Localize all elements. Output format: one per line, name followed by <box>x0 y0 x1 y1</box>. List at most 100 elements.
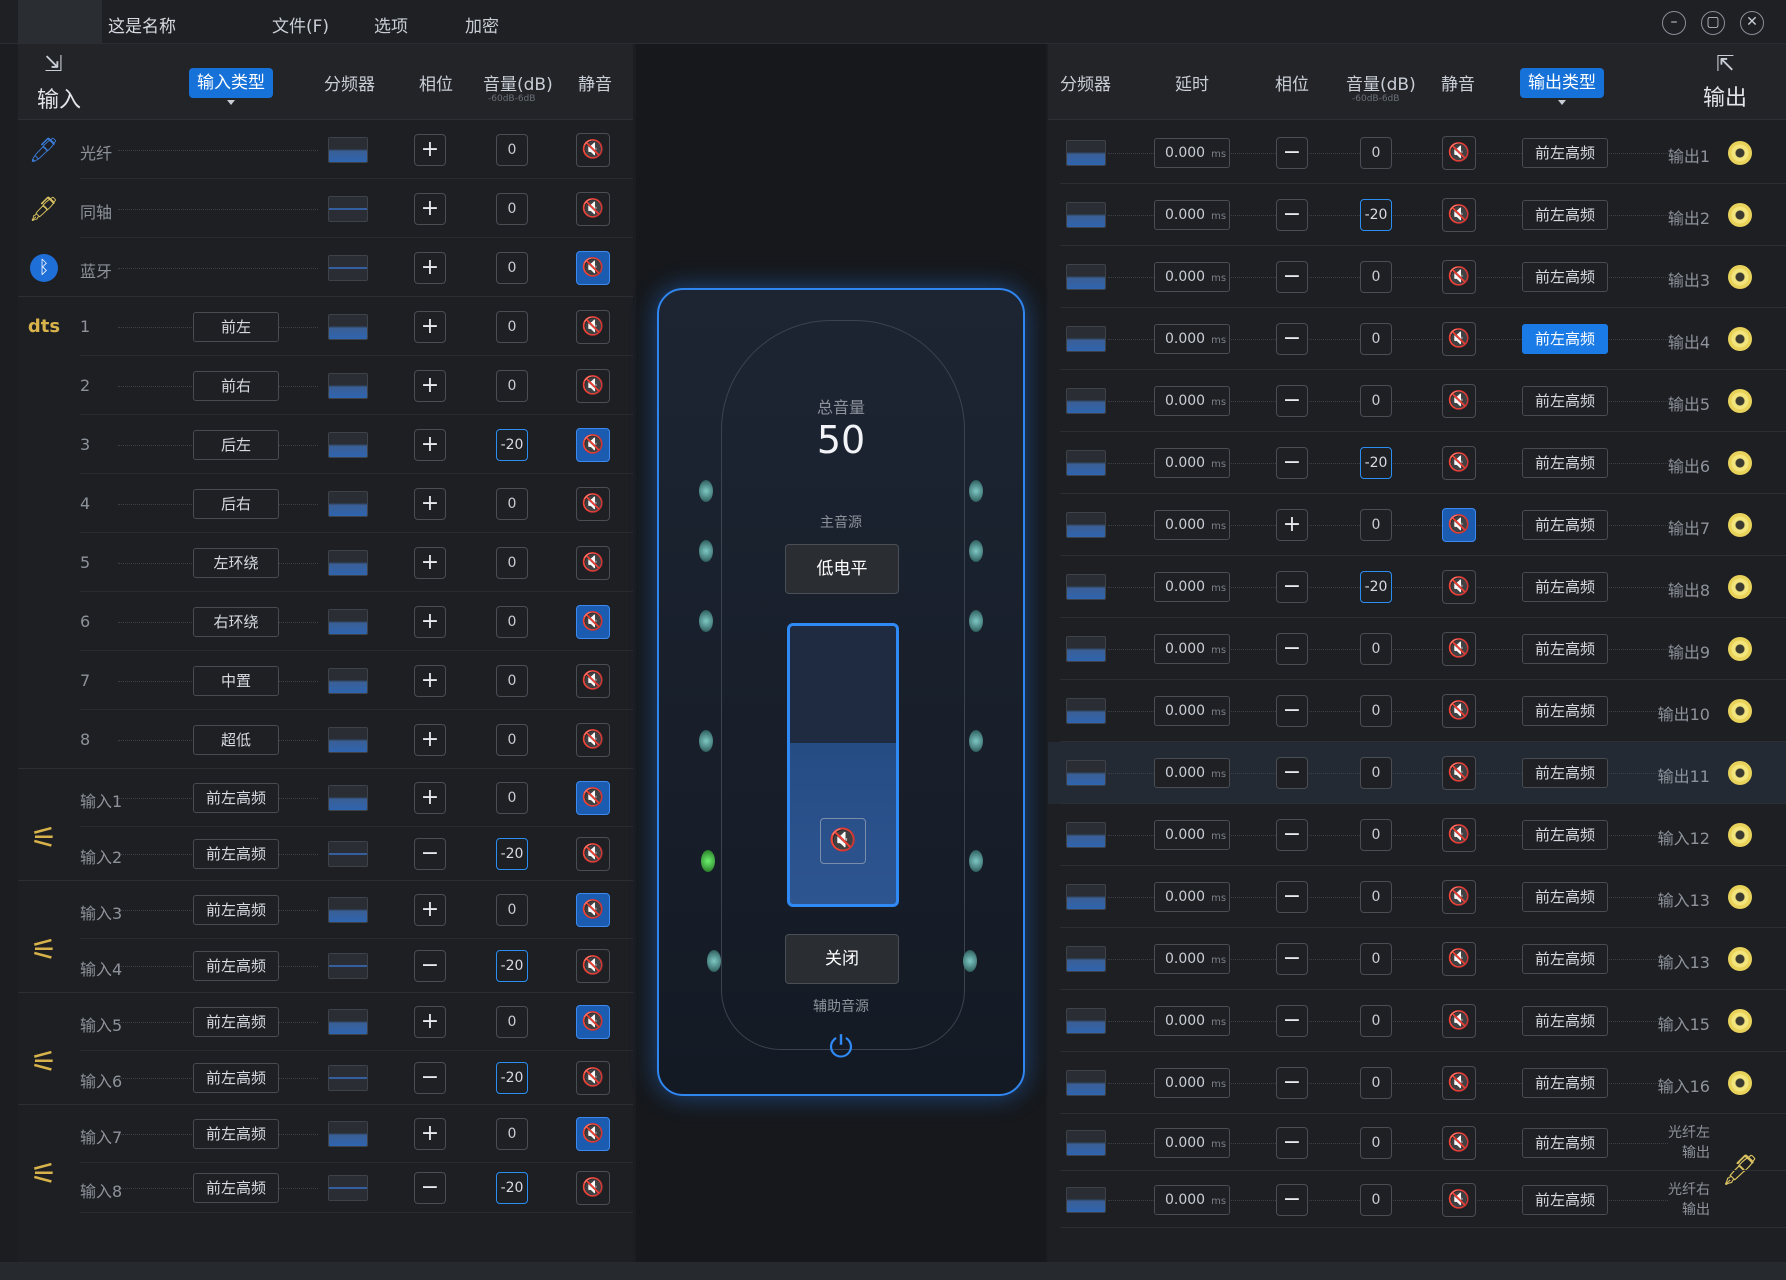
crossover-button[interactable] <box>328 432 368 458</box>
phase-button[interactable]: − <box>1276 757 1308 789</box>
crossover-button[interactable] <box>328 953 368 979</box>
output-indicator-icon[interactable] <box>1728 885 1752 909</box>
input-type-button[interactable]: 前左高频 <box>193 783 279 813</box>
volume-field[interactable]: -20 <box>496 1062 528 1094</box>
mute-icon[interactable]: 🔇 <box>1442 322 1476 356</box>
volume-field[interactable]: -20 <box>496 838 528 870</box>
mute-icon[interactable]: 🔇 <box>576 893 610 927</box>
volume-field[interactable]: 0 <box>496 488 528 520</box>
volume-field[interactable]: 0 <box>496 1118 528 1150</box>
output-type-button[interactable]: 前左高频 <box>1522 944 1608 974</box>
crossover-button[interactable] <box>1066 884 1106 910</box>
output-type-button[interactable]: 前左高频 <box>1522 1006 1608 1036</box>
mute-icon[interactable]: 🔇 <box>576 428 610 462</box>
crossover-button[interactable] <box>1066 1070 1106 1096</box>
mute-icon[interactable]: 🔇 <box>576 1061 610 1095</box>
aux-source-button[interactable]: 关闭 <box>785 934 899 984</box>
output-indicator-icon[interactable] <box>1728 947 1752 971</box>
output-type-button[interactable]: 前左高频 <box>1522 758 1608 788</box>
mute-icon[interactable]: 🔇 <box>576 1171 610 1205</box>
output-indicator-icon[interactable] <box>1728 265 1752 289</box>
volume-field[interactable]: 0 <box>1360 757 1392 789</box>
mute-icon[interactable]: 🔇 <box>1442 446 1476 480</box>
input-type-selector[interactable]: 输入类型 <box>189 68 273 105</box>
crossover-button[interactable] <box>328 255 368 281</box>
output-indicator-icon[interactable] <box>1728 1071 1752 1095</box>
input-type-button[interactable]: 前左高频 <box>193 951 279 981</box>
delay-field[interactable]: 0.000 ms <box>1154 758 1230 788</box>
mute-icon[interactable]: 🔇 <box>576 133 610 167</box>
output-indicator-icon[interactable] <box>1728 637 1752 661</box>
mute-icon[interactable]: 🔇 <box>576 546 610 580</box>
output-indicator-icon[interactable] <box>1728 575 1752 599</box>
phase-button[interactable]: + <box>414 606 446 638</box>
mute-icon[interactable]: 🔇 <box>1442 756 1476 790</box>
input-type-button[interactable]: 前右 <box>193 371 279 401</box>
main-source-button[interactable]: 低电平 <box>785 544 899 594</box>
phase-button[interactable]: + <box>414 429 446 461</box>
mute-icon[interactable]: 🔇 <box>1442 694 1476 728</box>
volume-field[interactable]: 0 <box>496 606 528 638</box>
input-type-button[interactable]: 前左 <box>193 312 279 342</box>
output-type-button[interactable]: 前左高频 <box>1522 1128 1608 1158</box>
crossover-button[interactable] <box>328 314 368 340</box>
delay-field[interactable]: 0.000 ms <box>1154 572 1230 602</box>
crossover-button[interactable] <box>1066 1008 1106 1034</box>
input-type-button[interactable]: 前左高频 <box>193 1007 279 1037</box>
volume-field[interactable]: 0 <box>496 134 528 166</box>
crossover-button[interactable] <box>1066 450 1106 476</box>
mute-icon[interactable]: 🔇 <box>576 192 610 226</box>
volume-field[interactable]: 0 <box>496 547 528 579</box>
delay-field[interactable]: 0.000 ms <box>1154 944 1230 974</box>
input-type-button[interactable]: 左环绕 <box>193 548 279 578</box>
phase-button[interactable]: + <box>414 547 446 579</box>
crossover-button[interactable] <box>328 727 368 753</box>
phase-button[interactable]: − <box>1276 881 1308 913</box>
volume-field[interactable]: 0 <box>496 370 528 402</box>
output-type-button[interactable]: 前左高频 <box>1522 448 1608 478</box>
output-type-button[interactable]: 前左高频 <box>1522 386 1608 416</box>
delay-field[interactable]: 0.000 ms <box>1154 138 1230 168</box>
crossover-button[interactable] <box>1066 388 1106 414</box>
mute-icon[interactable]: 🔇 <box>1442 136 1476 170</box>
volume-field[interactable]: 0 <box>1360 1184 1392 1216</box>
output-indicator-icon[interactable] <box>1728 761 1752 785</box>
volume-field[interactable]: -20 <box>1360 447 1392 479</box>
output-indicator-icon[interactable] <box>1728 451 1752 475</box>
output-type-button[interactable]: 前左高频 <box>1522 324 1608 354</box>
volume-field[interactable]: 0 <box>1360 1127 1392 1159</box>
volume-field[interactable]: 0 <box>496 894 528 926</box>
delay-field[interactable]: 0.000 ms <box>1154 1068 1230 1098</box>
phase-button[interactable]: + <box>414 1006 446 1038</box>
mute-icon[interactable]: 🔇 <box>1442 632 1476 666</box>
crossover-button[interactable] <box>328 1009 368 1035</box>
output-type-selector[interactable]: 输出类型 <box>1520 68 1604 105</box>
output-indicator-icon[interactable] <box>1728 389 1752 413</box>
volume-field[interactable]: 0 <box>496 782 528 814</box>
mute-icon[interactable]: 🔇 <box>1442 260 1476 294</box>
phase-button[interactable]: − <box>1276 385 1308 417</box>
volume-field[interactable]: 0 <box>1360 137 1392 169</box>
delay-field[interactable]: 0.000 ms <box>1154 200 1230 230</box>
crossover-button[interactable] <box>328 196 368 222</box>
mute-icon[interactable]: 🔇 <box>576 251 610 285</box>
mute-icon[interactable]: 🔇 <box>576 310 610 344</box>
phase-button[interactable]: + <box>414 252 446 284</box>
mute-icon[interactable]: 🔇 <box>576 1005 610 1039</box>
phase-button[interactable]: − <box>414 1062 446 1094</box>
input-type-button[interactable]: 前左高频 <box>193 1063 279 1093</box>
mute-icon[interactable]: 🔇 <box>576 723 610 757</box>
mute-icon[interactable]: 🔇 <box>576 664 610 698</box>
crossover-button[interactable] <box>328 550 368 576</box>
input-type-button[interactable]: 前左高频 <box>193 839 279 869</box>
phase-button[interactable]: + <box>414 894 446 926</box>
mute-icon[interactable]: 🔇 <box>576 949 610 983</box>
phase-button[interactable]: − <box>414 838 446 870</box>
crossover-button[interactable] <box>1066 512 1106 538</box>
input-type-button[interactable]: 右环绕 <box>193 607 279 637</box>
volume-field[interactable]: 0 <box>1360 385 1392 417</box>
volume-field[interactable]: 0 <box>1360 881 1392 913</box>
crossover-button[interactable] <box>328 373 368 399</box>
delay-field[interactable]: 0.000 ms <box>1154 1006 1230 1036</box>
phase-button[interactable]: + <box>414 665 446 697</box>
